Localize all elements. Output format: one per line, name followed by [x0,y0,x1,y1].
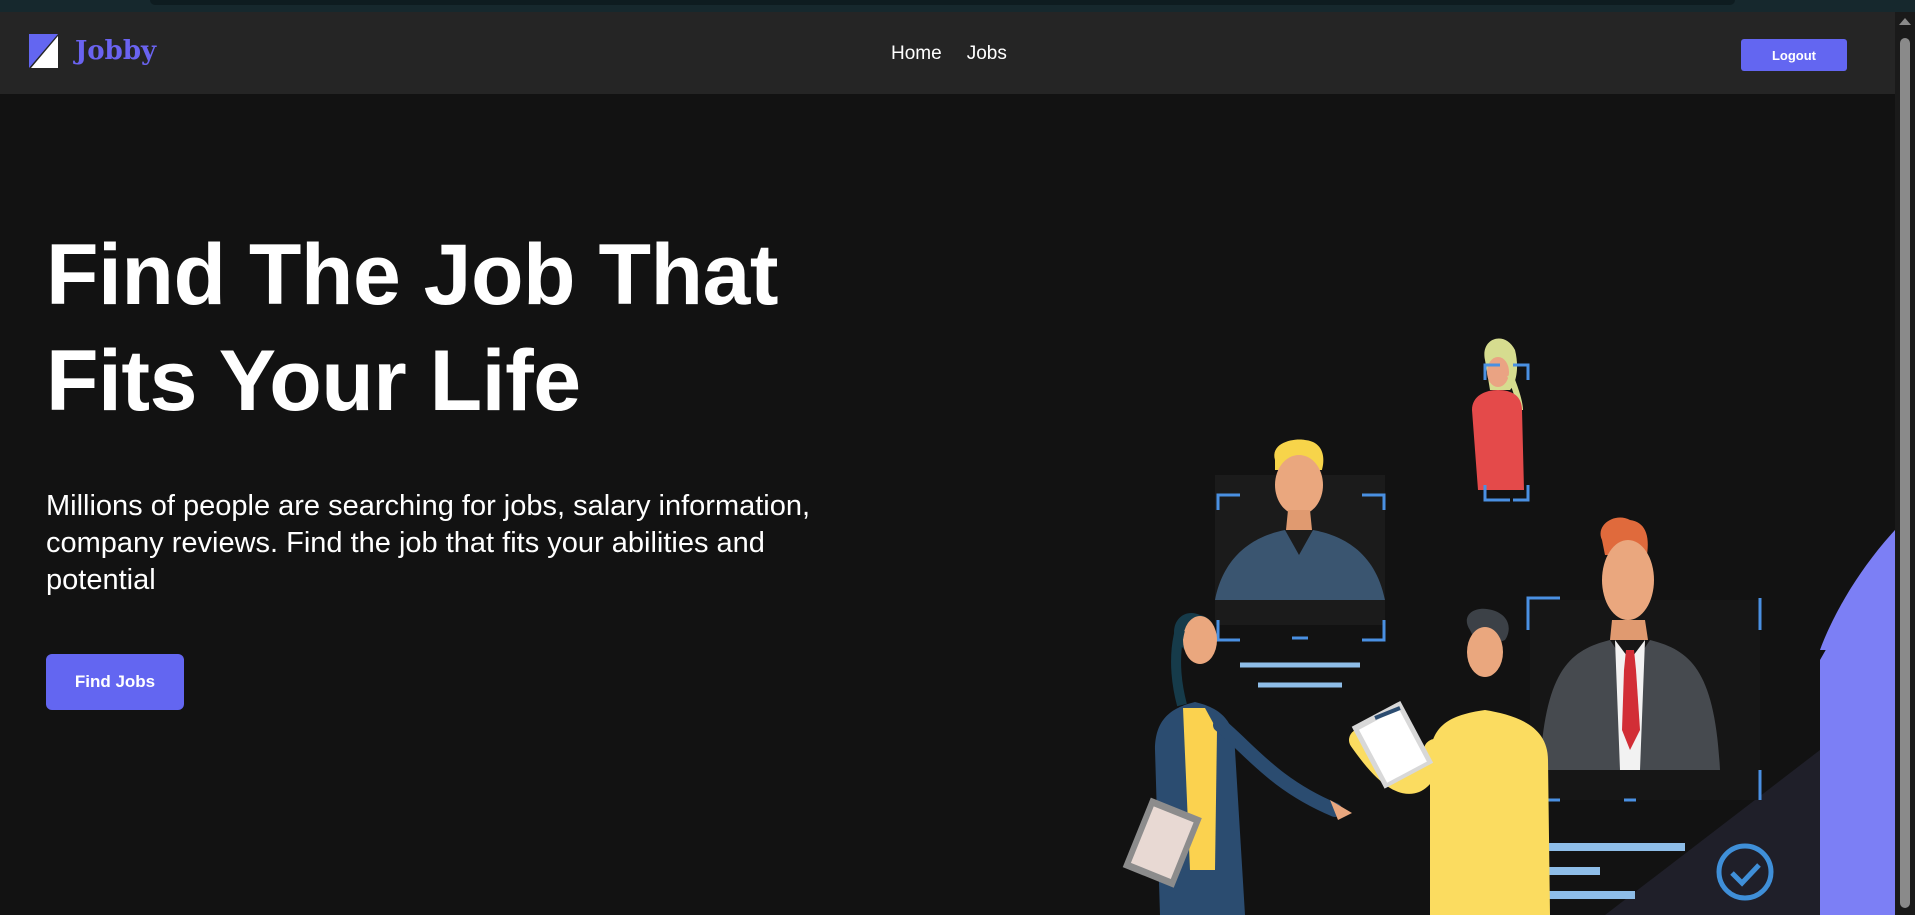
scrollbar[interactable] [1895,12,1915,915]
candidate-woman-figure [1472,338,1524,490]
recruiter-man-figure [1349,608,1550,915]
scroll-up-arrow-icon[interactable] [1899,18,1911,25]
hero-title-line-1: Find The Job That [46,227,779,323]
hiring-illustration [1122,338,1895,915]
nav-link-home[interactable]: Home [891,43,942,65]
candidate-blond-man-card [1215,439,1385,625]
scrollbar-thumb[interactable] [1900,38,1910,908]
hero-description: Millions of people are searching for job… [46,490,811,596]
brand[interactable]: Jobby [29,34,156,68]
browser-top-strip [0,0,1915,12]
hero-title: Find The Job That Fits Your Life [46,222,886,434]
nav-links: Home Jobs [891,43,1007,65]
find-jobs-button[interactable]: Find Jobs [46,654,184,710]
recruiter-woman-figure [1122,612,1352,915]
navbar: Jobby Home Jobs Logout [0,12,1895,94]
brand-name: Jobby [75,36,157,66]
logout-button[interactable]: Logout [1741,39,1847,71]
nav-link-jobs[interactable]: Jobs [967,43,1007,65]
jobby-logo-icon [29,34,58,68]
candidate-suit-man-figure [1530,517,1760,800]
hero-title-line-2: Fits Your Life [46,333,581,429]
browser-tab-edge [150,0,1735,5]
